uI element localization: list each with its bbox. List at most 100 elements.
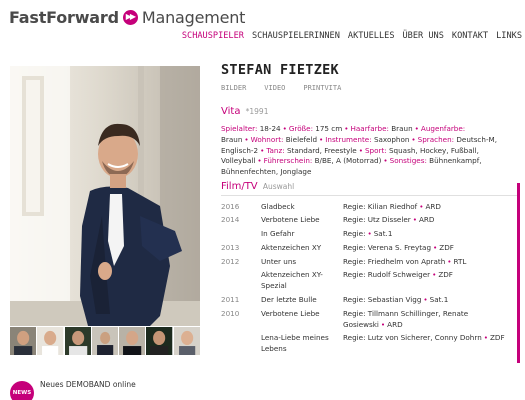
nav-schauspieler[interactable]: SCHAUSPIELER [182,31,244,41]
film-broadcaster: ZDF [438,270,453,280]
profile-photo[interactable] [10,66,200,326]
film-broadcaster: ZDF [490,333,505,343]
vita-field-label: Wohnort: [250,134,286,144]
main-nav: SCHAUSPIELER SCHAUSPIELERINNEN AKTUELLES… [182,31,522,41]
film-director: Regie: Rudolf Schweiger [343,270,431,280]
nav-aktuelles[interactable]: AKTUELLES [348,31,395,41]
film-list: 2016 Gladbeck Regie: Kilian Riedhof • ARD 201… [221,200,515,357]
film-subtitle: Auswahl [262,182,295,191]
film-regie: Regie: Sebastian Vigg • Sat.1 [343,295,515,306]
news-link[interactable]: Neues DEMOBAND online [40,380,136,389]
film-director: Regie: Sebastian Vigg [343,295,422,305]
thumbnail-6[interactable] [146,327,173,355]
vita-field-value: Saxophon [373,134,410,144]
separator-dot: • [419,201,424,211]
separator-dot: • [423,295,428,305]
vita-field-label: Instrumente: [325,134,374,144]
film-regie: Regie: Kilian Riedhof • ARD [343,202,515,213]
separator-dot: • [447,256,452,266]
film-title: Gladbeck [261,201,295,211]
nav-ueber-uns[interactable]: ÜBER UNS [403,31,444,41]
film-director: Regie: Verena S. Freytag [343,242,432,252]
vita-field-label: Führerschein: [263,156,315,166]
news-badge[interactable]: NEWS [10,381,34,400]
vita-field-value: Standard, Freestyle [286,145,357,155]
film-year: 2011 [221,295,240,305]
film-regie: Regie: Rudolf Schweiger • ZDF [343,270,515,292]
separator-dot: • [257,156,262,166]
film-scrollbar[interactable] [517,183,520,363]
vita-field-label: Sport: [364,145,389,155]
film-year: 2010 [221,308,240,318]
thumbnail-1[interactable] [10,327,37,355]
film-regie: Regie: Verena S. Freytag • ZDF [343,243,515,254]
thumbnail-2[interactable] [37,327,64,355]
nav-schauspielerinnen[interactable]: SCHAUSPIELERINNEN [252,31,340,41]
separator-dot: • [433,242,438,252]
thumbnail-7[interactable] [173,327,200,355]
logo-text-management: Management [141,7,246,27]
film-row: In Gefahr Regie: • Sat.1 [221,228,515,242]
film-title: In Gefahr [261,229,295,239]
vita-field-label: Augenfarbe: [420,124,466,133]
film-row: Aktenzeichen XY-Spezial Regie: Rudolf Sch… [221,269,515,294]
film-year: 2014 [221,215,240,225]
film-row: 2011 Der letzte Bulle Regie: Sebastian Vig… [221,294,515,308]
film-regie: Regie: Friedhelm von Aprath • RTL [343,257,515,268]
separator-dot: • [414,124,419,133]
logo[interactable]: FastForward ▶▶ Management [9,6,245,28]
separator-dot: • [483,333,488,343]
film-title: Aktenzeichen XY [261,242,322,252]
vita-field-label: Sprachen: [417,134,457,144]
film-title: Aktenzeichen XY-Spezial [261,270,323,291]
film-director: Regie: Utz Disseler [343,215,411,225]
film-year [221,270,261,292]
fast-forward-icon: ▶▶ [122,9,138,25]
film-director: Regie: Kilian Riedhof [343,201,418,211]
separator-dot: • [383,156,388,166]
news-badge-label: NEWS [12,390,32,396]
actor-name: STEFAN FIETZEK [221,62,339,78]
subnav-printvita[interactable]: PRINTVITA [303,84,341,92]
nav-links[interactable]: LINKS [496,31,522,41]
film-title: Verbotene Liebe [261,215,320,225]
film-regie: Regie: Utz Disseler • ARD [343,215,515,226]
film-title: Der letzte Bulle [261,295,317,305]
thumbnail-5[interactable] [119,327,146,355]
film-row: 2012 Unter uns Regie: Friedhelm von Aprath… [221,255,515,269]
vita-field-label: Größe: [288,124,316,133]
film-year [221,333,261,355]
film-broadcaster: RTL [453,256,467,266]
film-director: Regie: Lutz von Sicherer, Conny Dohrn [343,333,482,343]
vita-born: *1991 [245,107,269,116]
thumbnail-4[interactable] [91,327,119,355]
film-title: Lena-Liebe meines Lebens [261,333,329,354]
film-regie: Regie: • Sat.1 [343,229,515,240]
separator-dot: • [244,134,249,144]
subnav-bilder[interactable]: BILDER [221,84,246,92]
film-row: 2014 Verbotene Liebe Regie: Utz Disseler • A… [221,214,515,228]
separator-dot: • [260,145,265,155]
separator-dot: • [282,124,287,133]
film-broadcaster: ZDF [439,242,454,252]
thumbnail-3[interactable] [64,327,91,355]
film-year [221,229,261,240]
film-broadcaster: ARD [418,215,435,225]
separator-dot: • [380,319,386,329]
vita-title: Vita [221,106,241,117]
vita-field-value: 18-24 [259,124,281,133]
subnav-video[interactable]: VIDEO [264,84,285,92]
separator-dot: • [319,134,324,144]
film-heading: Film/TV Auswahl [221,181,294,192]
film-regie: Regie: Lutz von Sicherer, Conny Dohrn • ZD… [343,333,515,355]
vita-field-value: Braun [221,134,243,144]
film-regie: Regie: Tillmann Schillinger, Renate Gosi… [343,309,515,331]
film-row: 2010 Verbotene Liebe Regie: Tillmann Schil… [221,307,515,332]
nav-kontakt[interactable]: KONTAKT [452,31,488,41]
film-row: 2016 Gladbeck Regie: Kilian Riedhof • ARD [221,200,515,214]
film-broadcaster: ARD [425,201,441,211]
separator-dot: • [367,229,372,239]
film-director: Regie: [343,229,366,239]
film-broadcaster: Sat.1 [373,229,393,239]
film-director: Regie: Friedhelm von Aprath [343,256,446,266]
